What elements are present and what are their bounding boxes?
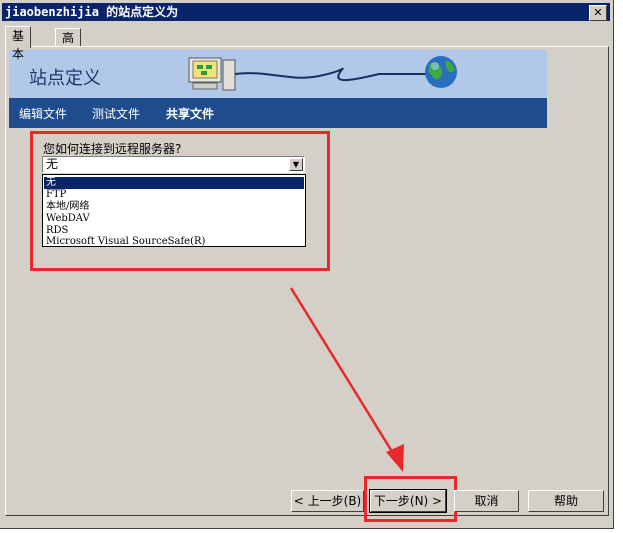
annotation-arrow <box>289 287 404 472</box>
next-button[interactable]: 下一步(N) > <box>369 489 447 513</box>
cancel-button[interactable]: 取消 <box>454 490 519 512</box>
site-definition-dialog: jiaobenzhijia 的站点定义为 ✕ 基本 高级 站点定义 <box>0 0 614 529</box>
back-button[interactable]: < 上一步(B) <box>291 490 364 512</box>
help-button[interactable]: 帮助 <box>528 490 604 512</box>
tab-basic[interactable]: 基本 <box>5 26 32 61</box>
